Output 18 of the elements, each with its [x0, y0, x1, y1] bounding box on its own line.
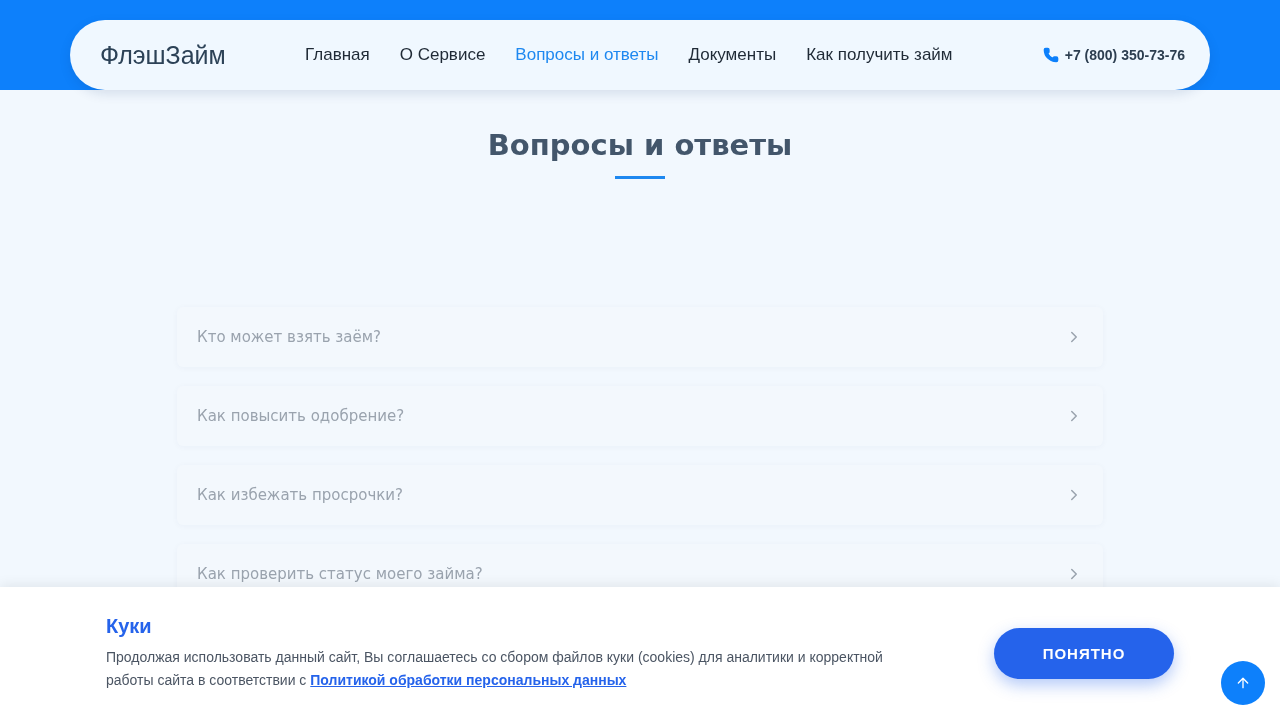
nav-link[interactable]: Документы — [688, 45, 777, 65]
nav-link[interactable]: Главная — [305, 45, 370, 65]
page-title: Вопросы и ответы — [486, 128, 794, 162]
faq-question: Как повысить одобрение? — [197, 407, 405, 425]
cookie-text: Продолжая использовать данный сайт, Вы соглашаетесь со сбором файлов куки (cookies) для аналитики и корректной работы сайта в соответствии с Политикой обработки персональных данных — [106, 648, 884, 690]
phone-link[interactable]: +7 (800) 350-73-76 — [1064, 47, 1185, 63]
faq-question: Как избежать просрочки? — [197, 486, 403, 504]
phone-icon — [1042, 47, 1059, 63]
faq-question: Кто может взять заём? — [197, 328, 381, 346]
faq-question: Как проверить статус моего займа? — [197, 565, 483, 583]
nav-link[interactable]: О Сервисе — [399, 45, 486, 65]
cookie-title: Куки — [106, 615, 153, 638]
privacy-policy-link[interactable]: Политикой обработки персональных данных — [310, 672, 627, 688]
logo[interactable]: ФлэшЗайм — [100, 40, 305, 70]
nav-link[interactable]: Как получить займ — [806, 45, 953, 65]
nav-link[interactable]: Вопросы и ответы — [515, 45, 659, 65]
title-underline — [615, 176, 665, 179]
accept-button[interactable]: ПОНЯТНО — [994, 628, 1174, 679]
